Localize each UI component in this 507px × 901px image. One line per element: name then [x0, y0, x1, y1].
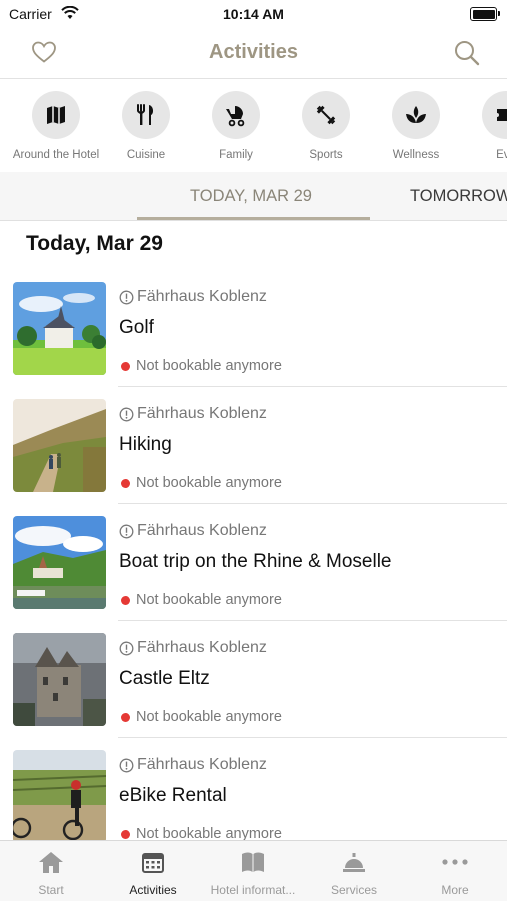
row-divider	[118, 386, 507, 387]
availability-status: Not bookable anymore	[121, 358, 282, 374]
venue-label: Fährhaus Koblenz	[119, 288, 267, 306]
lotus-icon	[406, 106, 426, 123]
tab-activities[interactable]: Activities	[103, 849, 203, 897]
status-text: Not bookable anymore	[136, 709, 282, 725]
tab-tomorrow[interactable]: TOMORROW	[410, 187, 507, 206]
tab-hotel-information[interactable]: Hotel informat...	[203, 849, 303, 897]
ticket-icon	[497, 109, 507, 121]
info-icon	[119, 290, 134, 304]
status-dot-icon	[121, 478, 130, 488]
section-title: Today, Mar 29	[26, 232, 163, 255]
category-label: Eve	[496, 149, 507, 161]
category-strip[interactable]: Around the Hotel Cuisine Family Sports W…	[0, 79, 507, 172]
category-label: Around the Hotel	[12, 149, 100, 161]
tab-label: Activities	[129, 883, 177, 897]
availability-status: Not bookable anymore	[121, 592, 282, 608]
venue-label: Fährhaus Koblenz	[119, 639, 267, 657]
info-icon	[119, 524, 134, 538]
venue-label: Fährhaus Koblenz	[119, 756, 267, 774]
date-tabs: TODAY, MAR 29 TOMORROW	[0, 172, 507, 221]
status-dot-icon	[121, 361, 130, 371]
category-cuisine[interactable]: Cuisine	[101, 91, 191, 161]
activity-row-hiking[interactable]: Fährhaus Koblenz Hiking Not bookable any…	[0, 399, 507, 516]
category-label: Cuisine	[126, 149, 166, 161]
venue-name: Fährhaus Koblenz	[137, 522, 267, 539]
status-dot-icon	[121, 712, 130, 722]
row-divider	[118, 620, 507, 621]
activity-name: Hiking	[119, 434, 172, 455]
status-text: Not bookable anymore	[136, 592, 282, 608]
category-sports[interactable]: Sports	[281, 91, 371, 161]
availability-status: Not bookable anymore	[121, 709, 282, 725]
activity-name: Castle Eltz	[119, 668, 210, 689]
search-icon[interactable]	[453, 39, 481, 67]
venue-name: Fährhaus Koblenz	[137, 639, 267, 656]
fork-knife-icon	[137, 104, 154, 125]
category-family[interactable]: Family	[191, 91, 281, 161]
category-label: Family	[219, 149, 253, 161]
activity-thumbnail-hiking	[13, 399, 106, 492]
activity-thumbnail-boat-trip	[13, 516, 106, 609]
activity-row-golf[interactable]: Fährhaus Koblenz Golf Not bookable anymo…	[0, 282, 507, 399]
status-text: Not bookable anymore	[136, 358, 282, 374]
more-dots-icon	[442, 859, 468, 865]
battery-icon	[470, 7, 500, 21]
availability-status: Not bookable anymore	[121, 475, 282, 491]
info-icon	[119, 407, 134, 421]
service-bell-icon	[343, 853, 365, 872]
tab-start[interactable]: Start	[1, 849, 101, 897]
status-dot-icon	[121, 595, 130, 605]
stroller-icon	[226, 106, 245, 127]
info-icon	[119, 758, 134, 772]
tab-label: Start	[38, 883, 64, 897]
tab-label: More	[441, 883, 469, 897]
venue-name: Fährhaus Koblenz	[137, 756, 267, 773]
activity-row-boat-trip[interactable]: Fährhaus Koblenz Boat trip on the Rhine …	[0, 516, 507, 633]
book-icon	[242, 852, 264, 872]
row-divider	[118, 737, 507, 738]
home-icon	[39, 852, 63, 873]
category-events[interactable]: Eve	[461, 91, 507, 161]
activity-thumbnail-golf	[13, 282, 106, 375]
category-around-the-hotel[interactable]: Around the Hotel	[11, 91, 101, 161]
bottom-tab-bar: Start Activities Hotel informat... Servi…	[0, 840, 507, 901]
venue-label: Fährhaus Koblenz	[119, 522, 267, 540]
activity-name: Golf	[119, 317, 154, 338]
venue-name: Fährhaus Koblenz	[137, 288, 267, 305]
status-bar: Carrier 10:14 AM	[0, 0, 507, 28]
activity-thumbnail-ebike-rental	[13, 750, 106, 843]
activity-name: eBike Rental	[119, 785, 227, 806]
selected-tab-indicator	[137, 217, 370, 220]
info-icon	[119, 641, 134, 655]
activity-row-castle-eltz[interactable]: Fährhaus Koblenz Castle Eltz Not bookabl…	[0, 633, 507, 750]
venue-name: Fährhaus Koblenz	[137, 405, 267, 422]
tab-label: Hotel informat...	[210, 883, 296, 897]
category-wellness[interactable]: Wellness	[371, 91, 461, 161]
category-label: Wellness	[392, 149, 440, 161]
tab-label: Services	[330, 883, 377, 897]
tab-today[interactable]: TODAY, MAR 29	[190, 187, 312, 206]
tab-services[interactable]: Services	[304, 849, 404, 897]
map-icon	[47, 106, 65, 124]
status-text: Not bookable anymore	[136, 475, 282, 491]
page-title: Activities	[209, 41, 298, 63]
activity-thumbnail-castle-eltz	[13, 633, 106, 726]
category-label: Sports	[309, 149, 343, 161]
calendar-icon	[142, 853, 164, 873]
status-dot-icon	[121, 829, 130, 839]
nav-bar: Activities	[0, 28, 507, 79]
venue-label: Fährhaus Koblenz	[119, 405, 267, 423]
tab-more[interactable]: More	[405, 849, 505, 897]
activity-name: Boat trip on the Rhine & Moselle	[119, 551, 392, 572]
dumbbell-icon	[316, 105, 336, 125]
row-divider	[118, 503, 507, 504]
clock: 10:14 AM	[223, 6, 284, 22]
